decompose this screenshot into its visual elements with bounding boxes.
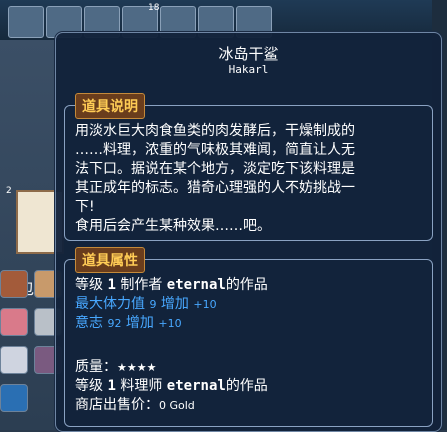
maker-line: 等级 1 制作者 eternal的作品	[75, 274, 268, 294]
quality-stars-icon: ★★★★	[117, 361, 157, 374]
price-label: 商店出售价：	[75, 397, 159, 413]
item-tooltip: 冰岛干鲨 Hakarl 道具说明 用淡水巨大肉食鱼类的肉发酵后，干燥制成的 ………	[55, 32, 442, 432]
description-line: 其正成年的标志。猎奇心理强的人不妨挑战一	[75, 180, 355, 196]
chef-suffix: 的作品	[225, 378, 268, 394]
maker-label: 制作者	[120, 277, 163, 293]
description-section: 道具说明 用淡水巨大肉食鱼类的肉发酵后，干燥制成的 ……料理，浓重的气味极其难闻…	[64, 93, 433, 241]
stat-base: 92	[107, 317, 122, 330]
stat-base: 9	[149, 298, 157, 311]
stat-max-hp: 最大体力值 9 增加 +10	[75, 293, 217, 313]
stat-will: 意志 92 增加 +10	[75, 312, 182, 332]
description-text: 用淡水巨大肉食鱼类的肉发酵后，干燥制成的 ……料理，浓重的气味极其难闻，简直让人…	[75, 122, 429, 236]
description-line: 下!	[75, 199, 95, 215]
character-portrait-icon[interactable]	[0, 384, 28, 412]
stat-inc: +10	[158, 317, 182, 330]
character-portrait-icon[interactable]	[0, 270, 28, 298]
stat-label: 意志	[75, 315, 103, 331]
stat-inc-label: 增加	[125, 315, 154, 331]
level-value: 1	[107, 378, 116, 394]
price-value: 0 Gold	[159, 399, 195, 412]
character-portrait-icon[interactable]	[0, 346, 28, 374]
quality-line: 质量：★★★★	[75, 356, 156, 376]
character-portrait-icon[interactable]	[0, 308, 28, 336]
stat-inc: +10	[193, 298, 217, 311]
description-line: 食用后会产生某种效果……吧。	[75, 218, 271, 234]
maker-suffix: 的作品	[225, 277, 268, 293]
level-value: 1	[107, 277, 116, 293]
description-line: 法下口。据说在某个地方，淡定吃下该料理是	[75, 161, 355, 177]
description-line: 用淡水巨大肉食鱼类的肉发酵后，干燥制成的	[75, 123, 355, 139]
bag-slot-number: 2	[6, 186, 12, 196]
price-line: 商店出售价：0 Gold	[75, 394, 195, 414]
chef-name: eternal	[166, 378, 226, 394]
stat-label: 最大体力值	[75, 296, 145, 312]
description-title: 道具说明	[75, 93, 145, 119]
item-roman-name: Hakarl	[228, 63, 269, 76]
maker-name: eternal	[166, 277, 226, 293]
level-label: 等级	[75, 378, 103, 394]
stat-inc-label: 增加	[160, 296, 189, 312]
chef-label: 料理师	[120, 378, 163, 394]
quality-label: 质量：	[75, 359, 117, 375]
level-label: 等级	[75, 277, 103, 293]
chef-line: 等级 1 料理师 eternal的作品	[75, 375, 268, 395]
item-name: 冰岛干鲨	[218, 45, 279, 63]
attributes-section: 道具属性 等级 1 制作者 eternal的作品 最大体力值 9 增加 +10 …	[64, 247, 433, 427]
slot-count: 18	[148, 3, 160, 13]
attributes-title: 道具属性	[75, 247, 145, 273]
description-line: ……料理，浓重的气味极其难闻，简直让人无	[75, 142, 355, 158]
hotbar-slot[interactable]	[8, 6, 44, 38]
